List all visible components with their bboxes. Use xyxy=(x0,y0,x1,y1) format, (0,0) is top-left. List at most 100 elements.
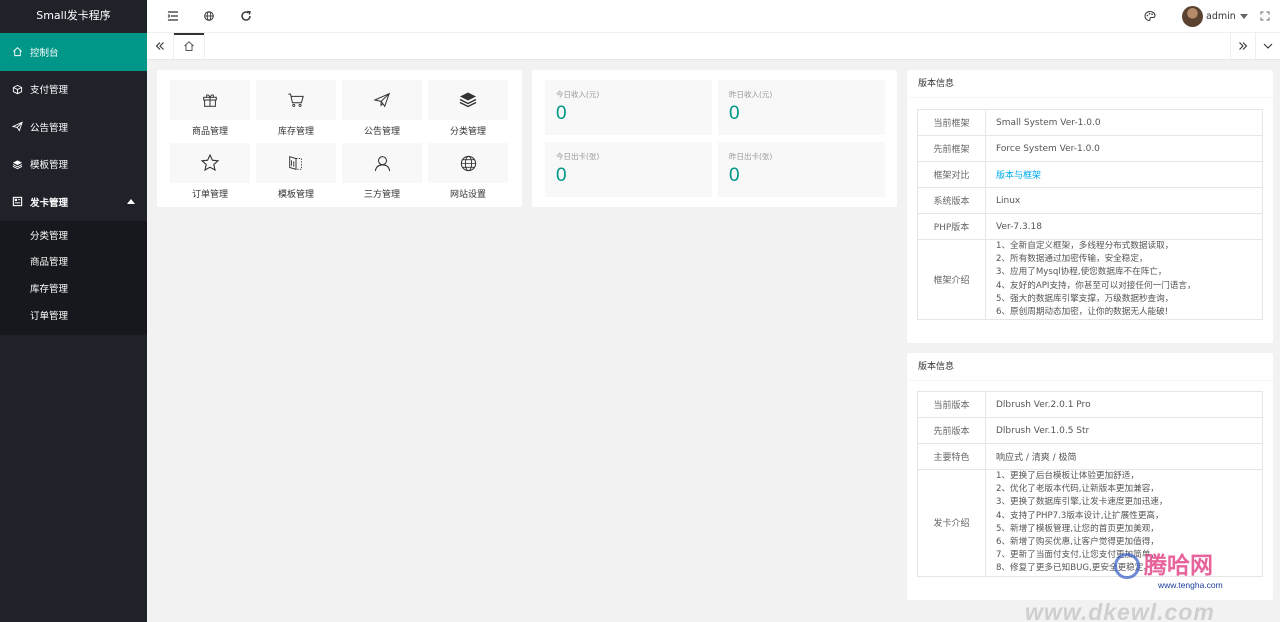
quick-link-announcement[interactable]: 公告管理 xyxy=(342,80,422,140)
sidebar-submenu: 分类管理 商品管理 库存管理 订单管理 xyxy=(0,220,147,335)
app-logo-title[interactable]: Small发卡程序 xyxy=(0,0,147,33)
row-key: 当前版本 xyxy=(917,391,986,418)
table-row: 框架对比 版本与框架 xyxy=(917,161,1263,188)
row-value: Linux xyxy=(985,187,1263,214)
table-row: 先前框架 Force System Ver-1.0.0 xyxy=(917,135,1263,162)
table-row: PHP版本 Ver-7.3.18 xyxy=(917,213,1263,240)
refresh-icon[interactable] xyxy=(239,9,253,23)
table-row: 主要特色 响应式 / 清爽 / 极简 xyxy=(917,443,1263,470)
globe-icon[interactable] xyxy=(202,9,216,23)
row-value: Force System Ver-1.0.0 xyxy=(985,135,1263,162)
framework-info-card: 版本信息 当前框架 Small System Ver-1.0.0 先前框架 Fo… xyxy=(907,70,1273,343)
sidebar-subitem-orders[interactable]: 订单管理 xyxy=(0,304,147,331)
row-value: Ver-7.3.18 xyxy=(985,213,1263,240)
quick-link-stock[interactable]: 库存管理 xyxy=(256,80,336,140)
fullscreen-icon[interactable] xyxy=(1258,9,1272,23)
tab-home[interactable] xyxy=(173,33,205,59)
sidebar-item-label: 发卡管理 xyxy=(30,197,69,209)
user-icon xyxy=(374,155,390,171)
stat-label: 昨日收入(元) xyxy=(729,90,773,99)
table-row: 框架介绍 1、全新自定义框架，多线程分布式数据读取， 2、所有数据通过加密传输，… xyxy=(917,238,1263,321)
version-intro: 1、更换了后台模板让体验更加舒适， 2、优化了老版本代码,让新版本更加兼容， 3… xyxy=(985,469,1263,577)
stat-yesterday-income: 昨日收入(元) 0 xyxy=(718,80,885,135)
home-icon xyxy=(13,47,22,57)
stat-label: 昨日出卡(张) xyxy=(729,152,773,161)
tab-actions-dropdown-icon[interactable] xyxy=(1255,33,1280,59)
stat-value: 0 xyxy=(729,165,740,186)
card-title: 版本信息 xyxy=(907,353,1273,381)
intro-line: 2、所有数据通过加密传输，安全稳定， xyxy=(996,254,1148,265)
intro-line: 4、友好的API支持，你甚至可以对接任何一门语言， xyxy=(996,280,1196,291)
version-info-table: 当前版本 Dlbrush Ver.2.0.1 Pro 先前版本 Dlbrush … xyxy=(917,391,1263,577)
sidebar-item-announcement[interactable]: 公告管理 xyxy=(0,108,147,146)
quick-link-label: 订单管理 xyxy=(191,190,228,200)
layers-icon xyxy=(459,92,477,108)
sidebar-subitem-category[interactable]: 分类管理 xyxy=(0,224,147,251)
quick-link-category[interactable]: 分类管理 xyxy=(428,80,508,140)
intro-line: 5、新增了模板管理,让您的首页更加美观， xyxy=(996,523,1159,534)
stat-value: 0 xyxy=(729,103,740,124)
tab-scroll-right-icon[interactable] xyxy=(1230,33,1255,59)
table-row: 发卡介绍 1、更换了后台模板让体验更加舒适， 2、优化了老版本代码,让新版本更加… xyxy=(917,469,1263,577)
intro-line: 5、强大的数据库引擎支撑，万级数据秒查询， xyxy=(996,293,1174,304)
sidebar-item-card-management[interactable]: 发卡管理 xyxy=(0,183,147,221)
username-label: admin xyxy=(1206,10,1236,22)
sidebar-item-label: 支付管理 xyxy=(30,85,69,97)
chevron-down-icon xyxy=(1239,13,1248,19)
gift-icon xyxy=(203,94,217,107)
row-key: 系统版本 xyxy=(917,187,986,214)
intro-line: 6、新增了购买优惠,让客户觉得更加值得， xyxy=(996,537,1159,548)
stat-today-cards: 今日出卡(张) 0 xyxy=(545,142,712,197)
intro-line: 4、支持了PHP7.3版本设计,让扩展性更高， xyxy=(996,510,1164,521)
row-key: 主要特色 xyxy=(917,443,986,470)
stats-card: 今日收入(元) 0 昨日收入(元) 0 今日出卡(张) 0 昨日出卡(张) 0 xyxy=(532,70,897,207)
sidebar-item-payment[interactable]: 支付管理 xyxy=(0,71,147,109)
paper-plane-icon xyxy=(373,92,391,108)
table-row: 当前框架 Small System Ver-1.0.0 xyxy=(917,109,1263,136)
globe-icon xyxy=(460,155,476,171)
quick-link-orders[interactable]: 订单管理 xyxy=(170,143,250,203)
compare-link[interactable]: 版本与框架 xyxy=(996,171,1041,181)
row-key: 框架对比 xyxy=(917,161,986,188)
table-row: 先前版本 Dlbrush Ver.1.0.5 Str xyxy=(917,417,1263,444)
paper-plane-icon xyxy=(12,121,23,132)
cart-icon xyxy=(288,93,304,107)
avatar xyxy=(1182,5,1203,27)
intro-line: 6、原创周期动态加密，让你的数据无人能破! xyxy=(996,307,1169,318)
star-icon xyxy=(200,153,220,172)
tab-bar xyxy=(147,33,1280,60)
sidebar-subitem-goods[interactable]: 商品管理 xyxy=(0,250,147,277)
home-icon xyxy=(184,41,194,51)
quick-link-template[interactable]: 模板管理 xyxy=(256,143,336,203)
framework-intro: 1、全新自定义框架，多线程分布式数据读取， 2、所有数据通过加密传输，安全稳定，… xyxy=(985,238,1263,321)
row-value: Dlbrush Ver.1.0.5 Str xyxy=(985,417,1263,444)
cards-icon xyxy=(12,197,23,207)
sidebar-item-dashboard[interactable]: 控制台 xyxy=(0,33,147,71)
stat-today-income: 今日收入(元) 0 xyxy=(545,80,712,135)
tab-scroll-left-icon[interactable] xyxy=(147,33,172,59)
template-icon xyxy=(289,156,302,170)
sidebar-item-template[interactable]: 模板管理 xyxy=(0,146,147,184)
sidebar-item-label: 模板管理 xyxy=(30,160,69,172)
sidebar-item-label: 控制台 xyxy=(30,47,59,59)
row-value: Small System Ver-1.0.0 xyxy=(985,109,1263,136)
theme-palette-icon[interactable] xyxy=(1143,9,1157,23)
stat-value: 0 xyxy=(556,165,567,186)
user-menu[interactable]: admin xyxy=(1182,5,1248,27)
top-header: admin xyxy=(147,0,1280,33)
quick-link-label: 公告管理 xyxy=(363,127,400,137)
quick-link-site-settings[interactable]: 网站设置 xyxy=(428,143,508,203)
quick-link-label: 三方管理 xyxy=(363,190,400,200)
quick-link-goods[interactable]: 商品管理 xyxy=(170,80,250,140)
row-key: 框架介绍 xyxy=(917,238,986,321)
quick-link-label: 库存管理 xyxy=(277,127,314,137)
row-key: 先前版本 xyxy=(917,417,986,444)
quick-link-label: 模板管理 xyxy=(277,190,314,200)
intro-line: 1、更换了后台模板让体验更加舒适， xyxy=(996,471,1139,481)
menu-toggle-icon[interactable] xyxy=(166,9,180,23)
quick-link-third-party[interactable]: 三方管理 xyxy=(342,143,422,203)
stat-yesterday-cards: 昨日出卡(张) 0 xyxy=(718,142,885,197)
stat-label: 今日出卡(张) xyxy=(556,152,600,161)
watermark-domain: www.dkewl.com xyxy=(1025,599,1215,622)
sidebar-subitem-stock[interactable]: 库存管理 xyxy=(0,277,147,304)
